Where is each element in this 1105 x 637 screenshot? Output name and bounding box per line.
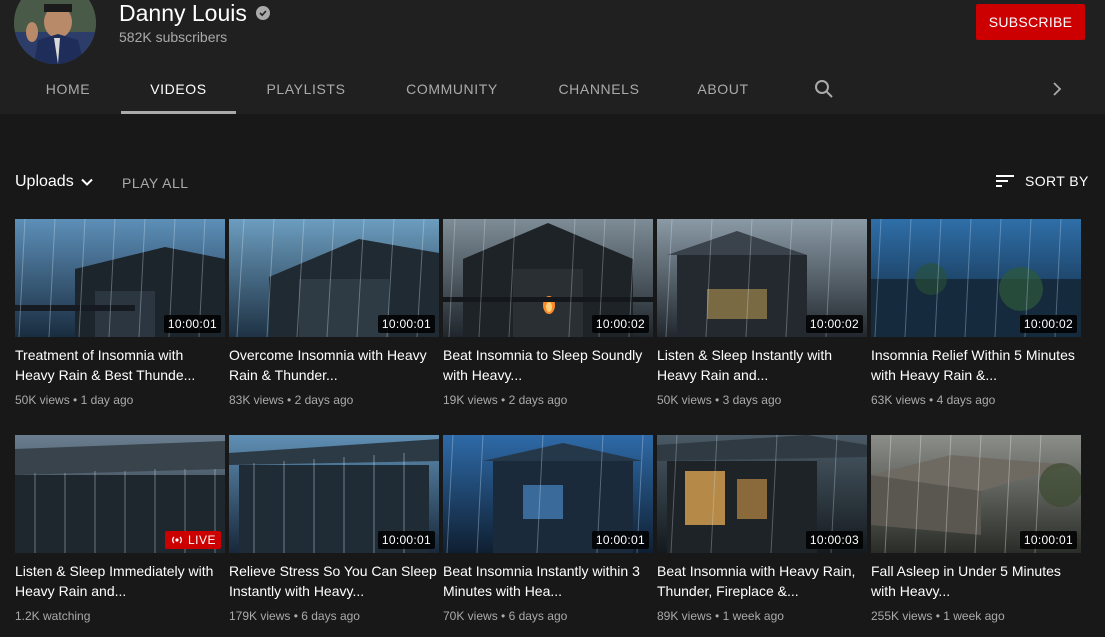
video-title[interactable]: Listen & Sleep Immediately with Heavy Ra… bbox=[15, 561, 225, 601]
video-meta: 50K views • 3 days ago bbox=[657, 393, 782, 407]
sort-by-label[interactable]: SORT BY bbox=[1025, 173, 1089, 189]
video-views: 19K views bbox=[443, 393, 498, 407]
video-duration: 10:00:01 bbox=[377, 315, 435, 333]
video-views: 89K views bbox=[657, 609, 712, 623]
video-thumbnail[interactable]: 10:00:01 bbox=[229, 435, 439, 553]
video-title[interactable]: Beat Insomnia Instantly within 3 Minutes… bbox=[443, 561, 653, 601]
video-thumbnail[interactable]: 10:00:01 bbox=[15, 219, 225, 337]
video-thumbnail[interactable]: 10:00:01 bbox=[229, 219, 439, 337]
video-meta: 255K views • 1 week ago bbox=[871, 609, 1005, 623]
channel-name[interactable]: Danny Louis bbox=[119, 0, 270, 26]
video-title[interactable]: Overcome Insomnia with Heavy Rain & Thun… bbox=[229, 345, 439, 385]
video-title[interactable]: Treatment of Insomnia with Heavy Rain & … bbox=[15, 345, 225, 385]
video-card[interactable]: 10:00:01 Fall Asleep in Under 5 Minutes … bbox=[871, 435, 1081, 625]
tab-playlists[interactable]: PLAYLISTS bbox=[253, 64, 359, 114]
video-thumbnail[interactable]: 10:00:01 bbox=[871, 435, 1081, 553]
tab-about[interactable]: ABOUT bbox=[684, 64, 762, 114]
play-all-button[interactable]: PLAY ALL bbox=[122, 175, 189, 191]
video-duration: 10:00:03 bbox=[805, 531, 863, 549]
video-meta: 70K views • 6 days ago bbox=[443, 609, 568, 623]
video-card[interactable]: 10:00:01 Overcome Insomnia with Heavy Ra… bbox=[229, 219, 439, 409]
video-card[interactable]: 10:00:02 Beat Insomnia to Sleep Soundly … bbox=[443, 219, 653, 409]
tab-home[interactable]: HOME bbox=[33, 64, 103, 114]
video-views: 1.2K watching bbox=[15, 609, 91, 623]
video-duration: 10:00:02 bbox=[591, 315, 649, 333]
video-meta: 89K views • 1 week ago bbox=[657, 609, 784, 623]
video-meta: 50K views • 1 day ago bbox=[15, 393, 134, 407]
video-views: 50K views bbox=[15, 393, 70, 407]
video-title[interactable]: Fall Asleep in Under 5 Minutes with Heav… bbox=[871, 561, 1081, 601]
uploads-dropdown[interactable]: Uploads bbox=[15, 173, 94, 191]
video-age: 1 week ago bbox=[943, 609, 1005, 623]
channel-tabs: HOME VIDEOS PLAYLISTS COMMUNITY CHANNELS… bbox=[0, 64, 1105, 114]
video-duration: 10:00:02 bbox=[1019, 315, 1077, 333]
video-card[interactable]: LIVE Listen & Sleep Immediately with Hea… bbox=[15, 435, 225, 625]
video-age: 2 days ago bbox=[508, 393, 568, 407]
video-duration: 10:00:01 bbox=[591, 531, 649, 549]
video-duration: 10:00:01 bbox=[1019, 531, 1077, 549]
video-card[interactable]: 10:00:02 Insomnia Relief Within 5 Minute… bbox=[871, 219, 1081, 409]
video-thumbnail[interactable]: LIVE bbox=[15, 435, 225, 553]
channel-name-text[interactable]: Danny Louis bbox=[119, 0, 247, 26]
video-meta: 83K views • 2 days ago bbox=[229, 393, 354, 407]
video-age: 1 day ago bbox=[80, 393, 134, 407]
video-age: 6 days ago bbox=[301, 609, 360, 623]
video-title[interactable]: Beat Insomnia with Heavy Rain, Thunder, … bbox=[657, 561, 867, 601]
video-views: 70K views bbox=[443, 609, 498, 623]
video-title[interactable]: Insomnia Relief Within 5 Minutes with He… bbox=[871, 345, 1081, 385]
sort-by-button[interactable]: SORT BY bbox=[995, 173, 1089, 189]
uploads-label[interactable]: Uploads bbox=[15, 173, 74, 191]
video-age: 6 days ago bbox=[508, 609, 568, 623]
tab-community[interactable]: COMMUNITY bbox=[390, 64, 514, 114]
live-badge: LIVE bbox=[164, 531, 221, 549]
video-duration: 10:00:02 bbox=[805, 315, 863, 333]
channel-header: Danny Louis 582K subscribers SUBSCRIBE H… bbox=[0, 0, 1105, 114]
video-views: 255K views bbox=[871, 609, 933, 623]
video-title[interactable]: Listen & Sleep Instantly with Heavy Rain… bbox=[657, 345, 867, 385]
video-views: 63K views bbox=[871, 393, 926, 407]
subscriber-count: 582K subscribers bbox=[119, 29, 228, 45]
video-views: 83K views bbox=[229, 393, 284, 407]
video-thumbnail[interactable]: 10:00:03 bbox=[657, 435, 867, 553]
verified-check-icon bbox=[255, 6, 270, 20]
sort-icon bbox=[996, 175, 1014, 187]
channel-avatar[interactable] bbox=[14, 0, 96, 64]
video-views: 179K views bbox=[229, 609, 291, 623]
video-age: 3 days ago bbox=[722, 393, 782, 407]
live-badge-label: LIVE bbox=[187, 533, 216, 547]
video-duration: 10:00:01 bbox=[377, 531, 435, 549]
search-icon[interactable] bbox=[812, 77, 836, 106]
video-age: 2 days ago bbox=[294, 393, 354, 407]
video-card[interactable]: 10:00:01 Relieve Stress So You Can Sleep… bbox=[229, 435, 439, 625]
video-age: 4 days ago bbox=[936, 393, 996, 407]
video-meta: 179K views • 6 days ago bbox=[229, 609, 360, 623]
tab-channels[interactable]: CHANNELS bbox=[544, 64, 654, 114]
video-title[interactable]: Beat Insomnia to Sleep Soundly with Heav… bbox=[443, 345, 653, 385]
chevron-right-icon[interactable] bbox=[1047, 79, 1067, 104]
chevron-down-icon bbox=[80, 178, 93, 186]
uploads-toolbar: Uploads PLAY ALL SORT BY bbox=[0, 164, 1105, 200]
video-views: 50K views bbox=[657, 393, 712, 407]
video-card[interactable]: 10:00:01 Beat Insomnia Instantly within … bbox=[443, 435, 653, 625]
video-thumbnail[interactable]: 10:00:01 bbox=[443, 435, 653, 553]
video-age: 1 week ago bbox=[722, 609, 784, 623]
video-meta: 19K views • 2 days ago bbox=[443, 393, 568, 407]
subscribe-button[interactable]: SUBSCRIBE bbox=[976, 4, 1085, 40]
live-broadcast-icon bbox=[172, 536, 182, 544]
video-meta: 63K views • 4 days ago bbox=[871, 393, 996, 407]
video-card[interactable]: 10:00:03 Beat Insomnia with Heavy Rain, … bbox=[657, 435, 867, 625]
video-card[interactable]: 10:00:02 Listen & Sleep Instantly with H… bbox=[657, 219, 867, 409]
video-thumbnail[interactable]: 10:00:02 bbox=[657, 219, 867, 337]
video-thumbnail[interactable]: 10:00:02 bbox=[443, 219, 653, 337]
video-thumbnail[interactable]: 10:00:02 bbox=[871, 219, 1081, 337]
video-card[interactable]: 10:00:01 Treatment of Insomnia with Heav… bbox=[15, 219, 225, 409]
tab-videos[interactable]: VIDEOS bbox=[121, 64, 236, 114]
video-title[interactable]: Relieve Stress So You Can Sleep Instantl… bbox=[229, 561, 439, 601]
video-meta: 1.2K watching bbox=[15, 607, 225, 625]
video-duration: 10:00:01 bbox=[163, 315, 221, 333]
